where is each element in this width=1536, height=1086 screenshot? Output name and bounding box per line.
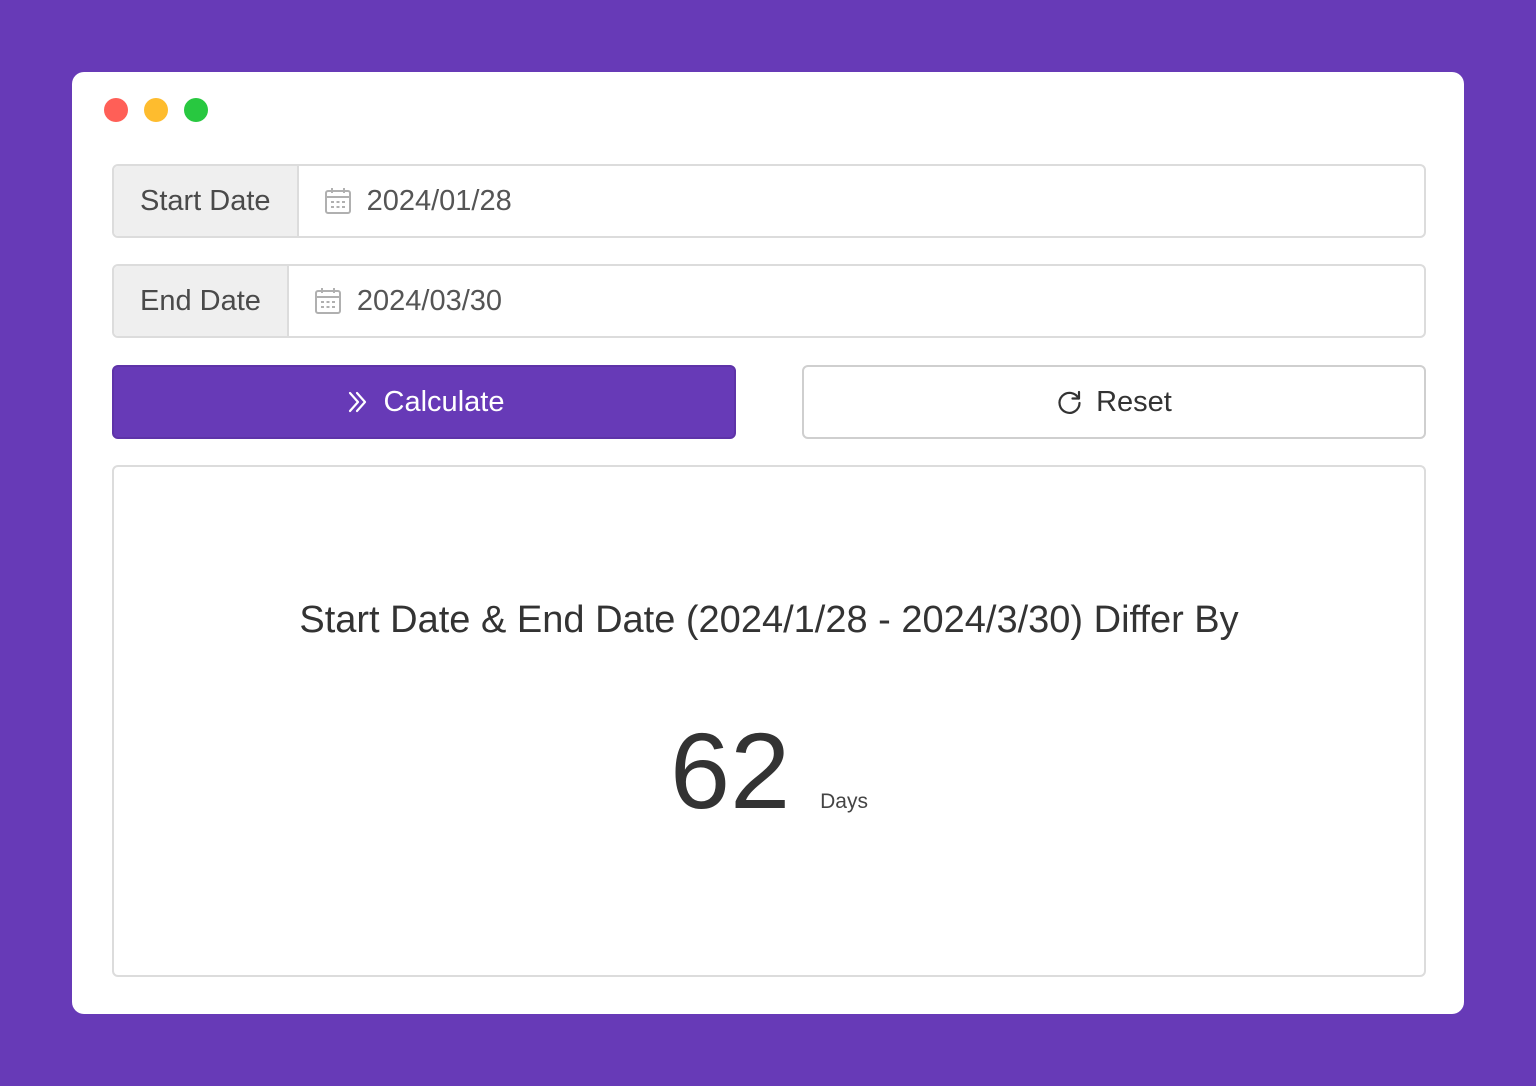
close-window-button[interactable] bbox=[104, 98, 128, 122]
reset-button[interactable]: Reset bbox=[802, 365, 1426, 439]
calendar-icon bbox=[323, 186, 353, 216]
result-panel: Start Date & End Date (2024/1/28 - 2024/… bbox=[112, 465, 1426, 977]
reset-button-label: Reset bbox=[1096, 385, 1172, 418]
maximize-window-button[interactable] bbox=[184, 98, 208, 122]
result-headline: Start Date & End Date (2024/1/28 - 2024/… bbox=[299, 599, 1239, 641]
end-date-input[interactable]: 2024/03/30 bbox=[289, 266, 1424, 336]
start-date-group: Start Date 2024/01/28 bbox=[112, 164, 1426, 238]
start-date-value: 2024/01/28 bbox=[366, 184, 512, 217]
end-date-value: 2024/03/30 bbox=[356, 284, 503, 317]
result-number: 62 bbox=[670, 710, 791, 831]
end-date-label: End Date bbox=[114, 266, 289, 336]
calculate-button[interactable]: Calculate bbox=[112, 365, 736, 439]
app-window: Start Date 2024/01/28 End Date 2024/03/3… bbox=[72, 72, 1464, 1014]
start-date-input[interactable]: 2024/01/28 bbox=[299, 166, 1424, 236]
minimize-window-button[interactable] bbox=[144, 98, 168, 122]
end-date-group: End Date 2024/03/30 bbox=[112, 264, 1426, 338]
double-chevron-right-icon bbox=[344, 388, 372, 416]
refresh-icon bbox=[1056, 388, 1084, 416]
calendar-icon bbox=[313, 286, 343, 316]
calculate-button-label: Calculate bbox=[383, 385, 505, 418]
window-controls bbox=[104, 98, 208, 122]
result-unit: Days bbox=[820, 790, 868, 813]
result-count: 62 Days bbox=[114, 717, 1424, 825]
start-date-label: Start Date bbox=[114, 166, 299, 236]
